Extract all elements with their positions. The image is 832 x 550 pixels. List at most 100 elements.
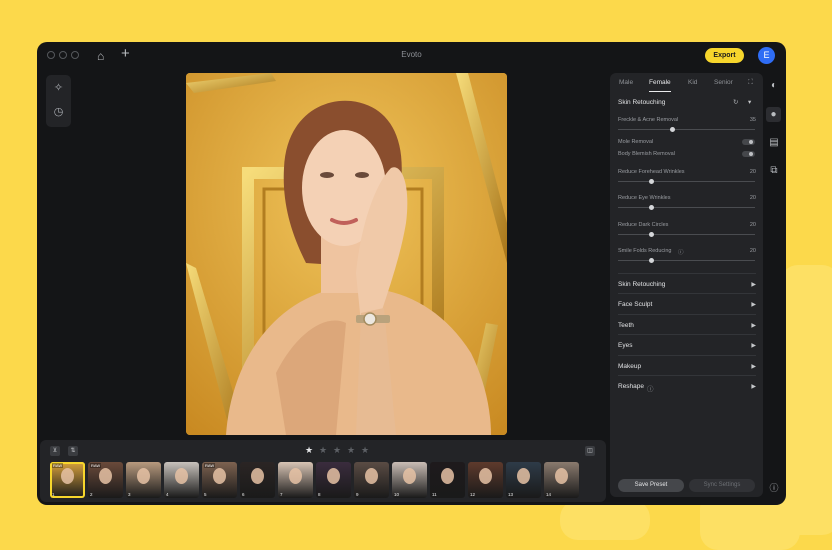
thumbnail[interactable]: 12 (468, 462, 503, 498)
active-tab-indicator (649, 91, 671, 92)
slider-track[interactable] (618, 232, 755, 237)
adjustment-panel: Male Female Kid Senior ⛶ Skin Retouching… (610, 73, 763, 497)
slider-value: 20 (749, 222, 756, 228)
tab-kid[interactable]: Kid (688, 79, 697, 86)
thumbnail-face (555, 468, 568, 484)
thumbnail[interactable]: RAW 1 (50, 462, 85, 498)
thumbnail[interactable]: RAW 5 (202, 462, 237, 498)
section-row-reshape[interactable]: Reshape ⓘ ▶ (618, 375, 756, 394)
thumbnail[interactable]: RAW 2 (88, 462, 123, 498)
export-button[interactable]: Export (705, 48, 744, 63)
star-icon[interactable]: ★ (361, 445, 369, 456)
body-blemish-toggle[interactable] (742, 151, 755, 157)
thumbnail-number: 8 (318, 492, 321, 497)
thumbnail[interactable]: 14 (544, 462, 579, 498)
thumbnail-face (137, 468, 150, 484)
avatar[interactable]: E (758, 47, 775, 64)
thumbnail[interactable]: 13 (506, 462, 541, 498)
slider-knob[interactable] (649, 232, 655, 237)
section-row-face-sculpt[interactable]: Face Sculpt ▶ (618, 293, 756, 312)
background-icon[interactable]: ▤ (768, 137, 780, 149)
thumbnail[interactable]: 8 (316, 462, 351, 498)
face-detect-icon[interactable]: ⛶ (748, 79, 753, 87)
save-preset-button[interactable]: Save Preset (618, 479, 684, 492)
thumbnail[interactable]: 11 (430, 462, 465, 498)
tab-senior[interactable]: Senior (714, 79, 733, 86)
slider-label: Reduce Dark Circles (618, 222, 669, 228)
thumbnail-number: 3 (128, 492, 131, 497)
compare-icon[interactable]: ◫ (585, 446, 595, 456)
face-icon[interactable]: ● (766, 107, 781, 122)
section-row-makeup[interactable]: Makeup ▶ (618, 355, 756, 374)
collapse-arrow-icon[interactable]: ▾ (748, 98, 751, 106)
tab-female[interactable]: Female (649, 79, 671, 86)
star-icon[interactable]: ★ (347, 445, 355, 456)
section-title: Skin Retouching (618, 99, 666, 106)
star-icon[interactable]: ★ (319, 445, 327, 456)
crop-icon[interactable]: ⧉ (768, 165, 780, 177)
slider-track[interactable] (618, 205, 755, 210)
mole-removal-toggle[interactable] (742, 139, 755, 145)
slider-knob[interactable] (669, 127, 675, 132)
star-icon[interactable]: ★ (333, 445, 341, 456)
section-row-teeth[interactable]: Teeth ▶ (618, 314, 756, 333)
slider-label: Reduce Eye Wrinkles (618, 195, 671, 201)
thumbnail-number: 13 (508, 492, 514, 497)
slider-knob[interactable] (649, 258, 655, 263)
thumbnail-face (251, 468, 264, 484)
thumbnail[interactable]: 9 (354, 462, 389, 498)
thumbnail-number: 5 (204, 492, 207, 497)
sort-icon[interactable]: ⇅ (68, 446, 78, 456)
thumbnail-number: 14 (546, 492, 552, 497)
thumbnail-number: 11 (432, 492, 437, 497)
thumbnail-face (479, 468, 492, 484)
filter-icon[interactable]: ⊻ (50, 446, 60, 456)
thumbnail[interactable]: 3 (126, 462, 161, 498)
slider-label: Reduce Forehead Wrinkles (618, 169, 685, 175)
thumbnail-face (175, 468, 188, 484)
thumbnail-number: 7 (280, 492, 283, 497)
raw-badge: RAW (204, 463, 216, 468)
section-label: Makeup (618, 363, 642, 370)
slider-knob[interactable] (649, 205, 655, 210)
slider-value: 35 (749, 117, 756, 123)
slider-track[interactable] (618, 258, 755, 263)
star-icon[interactable]: ★ (305, 445, 313, 456)
section-label: Reshape (618, 383, 645, 390)
slider-knob[interactable] (649, 179, 655, 184)
info-icon[interactable]: ⓘ (768, 482, 780, 494)
expand-arrow-icon: ▶ (751, 302, 756, 308)
thumbnail-number: 12 (470, 492, 476, 497)
sync-settings-button[interactable]: Sync Settings (689, 479, 755, 492)
thumbnail[interactable]: 6 (240, 462, 275, 498)
thumbnail-number: 4 (166, 492, 169, 497)
thumbnail-face (517, 468, 530, 484)
expand-arrow-icon: ▶ (751, 364, 756, 370)
slider-label: Smile Folds Reducing (618, 248, 672, 254)
slider-track[interactable] (618, 127, 755, 132)
section-label: Face Sculpt (618, 301, 653, 308)
palette-icon[interactable]: ◐ (768, 80, 780, 92)
help-icon[interactable]: ⓘ (647, 383, 654, 393)
thumbnail-number: 9 (356, 492, 359, 497)
help-icon[interactable]: ⓘ (678, 248, 684, 256)
thumbnail-number: 2 (90, 492, 93, 497)
reset-icon[interactable]: ↻ (733, 98, 738, 106)
section-label: Teeth (618, 322, 634, 329)
thumbnail-face (327, 468, 340, 484)
thumbnail[interactable]: 4 (164, 462, 199, 498)
magic-edit-icon[interactable]: ✧ (52, 82, 65, 95)
thumbnail-face (441, 468, 454, 484)
slider-track[interactable] (618, 179, 755, 184)
history-icon[interactable]: ◷ (52, 106, 65, 119)
section-row-skin-retouching[interactable]: Skin Retouching ▶ (618, 273, 756, 292)
section-row-eyes[interactable]: Eyes ▶ (618, 334, 756, 353)
tab-male[interactable]: Male (619, 79, 633, 86)
thumbnail-number: 1 (52, 492, 55, 497)
toggle-label: Body Blemish Removal (618, 151, 675, 157)
thumbnail[interactable]: 7 (278, 462, 313, 498)
thumbnail[interactable]: 10 (392, 462, 427, 498)
thumbnail-number: 6 (242, 492, 245, 497)
app-window: ⌂ + Evoto Export E ✧ ◷ ◐ ● ▤ ⧉ ⓘ Male Fe… (37, 42, 786, 505)
window-title: Evoto (401, 50, 422, 59)
